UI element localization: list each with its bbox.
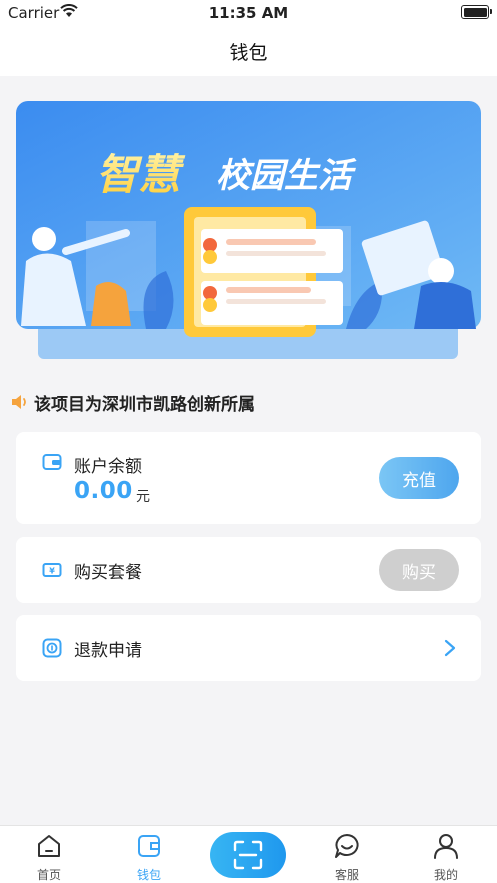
banner-headline-1: 智慧: [96, 150, 186, 199]
notice-text: 该项目为深圳市凯路创新所属: [34, 394, 255, 415]
recharge-button[interactable]: 充值: [379, 457, 459, 499]
buy-button[interactable]: 购买: [379, 549, 459, 591]
svg-text:¥: ¥: [49, 567, 55, 576]
scan-button[interactable]: [210, 832, 286, 878]
wallet-icon: [42, 454, 62, 470]
banner-headline-2: 校园生活: [216, 156, 357, 196]
speaker-icon: [12, 395, 26, 409]
nav-bar: 钱包: [0, 26, 497, 76]
battery-icon: [461, 5, 492, 19]
package-label: 购买套餐: [74, 563, 142, 583]
user-icon: [434, 834, 458, 859]
balance-amount: 0.00: [74, 478, 133, 504]
tab-mine-label: 我的: [433, 868, 458, 882]
refund-card[interactable]: 退款申请: [16, 615, 481, 681]
balance-label: 账户余额: [74, 457, 142, 477]
refund-label: 退款申请: [74, 641, 142, 661]
scan-icon: [233, 840, 263, 870]
tab-mine[interactable]: 我的: [406, 826, 486, 883]
balance-card: 账户余额 0.00 元 充值: [16, 432, 481, 524]
tab-home-label: 首页: [36, 868, 61, 882]
ticket-icon: ¥: [42, 563, 62, 577]
wallet-icon: [138, 835, 160, 857]
tab-wallet-label: 钱包: [136, 868, 161, 882]
chevron-right-icon: [444, 639, 456, 657]
tab-service-label: 客服: [334, 868, 359, 882]
tab-wallet[interactable]: 钱包: [109, 826, 189, 883]
notice-bar: 该项目为深圳市凯路创新所属: [10, 390, 255, 415]
refund-icon: [42, 638, 62, 658]
tab-home[interactable]: 首页: [9, 826, 89, 883]
banner-image[interactable]: 智慧 校园生活: [16, 101, 481, 359]
balance-unit: 元: [136, 489, 150, 505]
status-bar: Carrier 11:35 AM: [0, 0, 497, 26]
page-title: 钱包: [229, 42, 268, 64]
chat-icon: [335, 834, 359, 858]
status-time: 11:35 AM: [208, 4, 289, 22]
home-icon: [38, 835, 60, 857]
package-card[interactable]: ¥ 购买套餐 购买: [16, 537, 481, 603]
tab-service[interactable]: 客服: [307, 826, 387, 883]
